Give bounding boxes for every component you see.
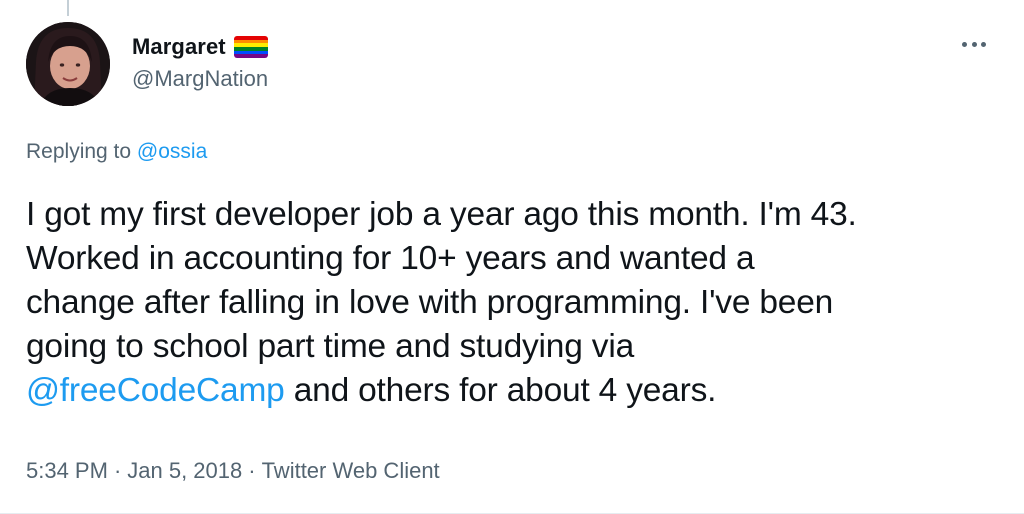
tweet-client-link[interactable]: Twitter Web Client [262, 458, 440, 483]
tweet-body-line: @freeCodeCamp and others for about 4 yea… [26, 369, 1001, 413]
tweet-author: Margaret @MargNation [132, 32, 268, 92]
tweet-body-line: Worked in accounting for 10+ years and w… [26, 240, 755, 277]
thread-connector-line [67, 0, 69, 16]
tweet-body: I got my first developer job a year ago … [26, 193, 1001, 413]
freecodecamp-mention-link[interactable]: @freeCodeCamp [26, 372, 285, 409]
rainbow-flag-icon [233, 36, 268, 58]
tweet-body-line: change after falling in love with progra… [26, 284, 834, 321]
tweet-time-link[interactable]: 5:34 PM [26, 458, 108, 483]
author-handle[interactable]: @MargNation [132, 66, 268, 92]
tweet-body-line: going to school part time and studying v… [26, 328, 634, 365]
meta-separator: · [113, 458, 122, 483]
more-options-button[interactable] [962, 36, 986, 52]
author-display-name[interactable]: Margaret [132, 34, 226, 60]
tweet-meta: 5:34 PM · Jan 5, 2018 · Twitter Web Client [26, 458, 440, 484]
author-name-row: Margaret [132, 32, 268, 62]
tweet-body-text: and others for about 4 years. [284, 372, 717, 409]
avatar[interactable] [26, 22, 110, 106]
reply-context: Replying to @ossia [26, 140, 207, 164]
user-avatar-photo-icon [26, 22, 110, 106]
tweet-body-line: I got my first developer job a year ago … [26, 196, 857, 233]
ellipsis-icon [962, 41, 967, 47]
reply-mention-link[interactable]: @ossia [137, 140, 207, 163]
tweet-date-link[interactable]: Jan 5, 2018 [127, 458, 242, 483]
reply-context-prefix: Replying to [26, 140, 132, 163]
meta-separator: · [248, 458, 256, 483]
